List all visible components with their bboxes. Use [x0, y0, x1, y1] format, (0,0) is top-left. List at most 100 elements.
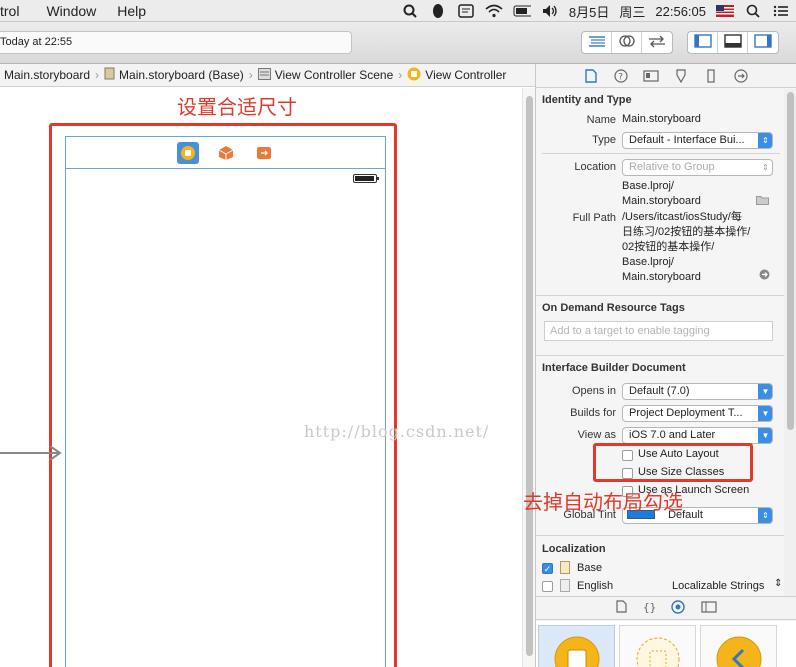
- folder-icon[interactable]: [756, 195, 769, 208]
- object-library-grid: [536, 621, 796, 667]
- canvas-scrollbar[interactable]: [522, 88, 535, 667]
- library-item-storyboard-reference[interactable]: [619, 625, 696, 667]
- file-type-popup[interactable]: Default - Interface Bui... ⇕: [622, 132, 773, 149]
- battery-icon[interactable]: [513, 4, 531, 18]
- size-inspector-icon[interactable]: [703, 68, 719, 84]
- file-template-library-icon[interactable]: [616, 600, 627, 616]
- file-inspector-body: Identity and Type Name Main.storyboard T…: [536, 89, 784, 596]
- breadcrumb-view-controller[interactable]: View Controller: [407, 67, 506, 84]
- breadcrumb-storyboard-base[interactable]: Main.storyboard (Base): [104, 67, 244, 83]
- scene-icon: [257, 67, 271, 83]
- full-path-line: Base.lproj/: [622, 256, 674, 268]
- toggle-navigator-button[interactable]: [688, 32, 718, 53]
- xcode-toolbar: Today at 22:55: [0, 22, 796, 64]
- library-item-navigation-controller[interactable]: [700, 625, 777, 667]
- menu-item-window[interactable]: Window: [46, 3, 105, 19]
- divider: [536, 535, 784, 536]
- menu-bar: trol Window Help 8月5日 周三 22:56:05: [0, 0, 796, 22]
- utilities-panel-icon: [754, 34, 772, 51]
- base-localization-checkbox[interactable]: ✓: [542, 563, 553, 574]
- storyboard-canvas[interactable]: 设置合适尺寸 http://blog.csdn.net/: [0, 88, 522, 667]
- builds-for-popup[interactable]: Project Deployment T... ▼: [622, 405, 773, 422]
- full-path-line: 02按钮的基本操作/: [622, 241, 715, 253]
- menu-item-control[interactable]: trol: [0, 3, 28, 19]
- wifi-icon[interactable]: [485, 4, 503, 18]
- breadcrumb-main-storyboard[interactable]: Main.storyboard: [4, 68, 90, 82]
- builds-for-value: Project Deployment T...: [629, 407, 743, 419]
- chevron-right-icon: ›: [248, 68, 253, 82]
- view-as-label: View as: [577, 429, 616, 441]
- opens-in-value: Default (7.0): [629, 385, 690, 397]
- jump-bar: Main.storyboard › Main.storyboard (Base)…: [0, 64, 535, 87]
- svg-text:?: ?: [618, 72, 623, 82]
- ib-document-section-header: Interface Builder Document: [542, 362, 686, 374]
- opens-in-popup[interactable]: Default (7.0) ▼: [622, 383, 773, 400]
- inspector-scrollbar[interactable]: [784, 89, 796, 596]
- volume-icon[interactable]: [541, 4, 559, 18]
- file-inspector-icon[interactable]: [583, 68, 599, 84]
- view-as-popup[interactable]: iOS 7.0 and Later ▼: [622, 427, 773, 444]
- name-label: Name: [586, 114, 616, 126]
- name-value[interactable]: Main.storyboard: [622, 112, 701, 127]
- full-path-line: /Users/itcast/iosStudy/每: [622, 211, 742, 223]
- english-localization-checkbox[interactable]: [542, 581, 553, 592]
- navigator-panel-icon: [693, 34, 712, 51]
- resource-tags-field[interactable]: Add to a target to enable tagging: [544, 321, 773, 341]
- version-editor-button[interactable]: [642, 32, 672, 53]
- reveal-in-finder-icon[interactable]: [759, 269, 770, 283]
- popup-arrows-icon: ⇕: [762, 163, 769, 172]
- english-localization-label: English: [577, 580, 614, 592]
- library-item-view-controller[interactable]: [538, 625, 615, 667]
- menubar-weekday[interactable]: 周三: [619, 2, 645, 21]
- attributes-inspector-icon[interactable]: [673, 68, 689, 84]
- identity-inspector-icon[interactable]: [643, 68, 659, 84]
- popup-arrows-icon: ⇕: [758, 508, 772, 523]
- base-localization-label: Base: [577, 562, 603, 574]
- localization-section-header: Localization: [542, 543, 606, 555]
- menu-items: trol Window Help: [0, 3, 155, 19]
- annotation-highlight-frame: [49, 123, 397, 667]
- standard-editor-button[interactable]: [582, 32, 612, 53]
- full-path-line: Main.storyboard: [622, 271, 701, 283]
- location-path-dir: Base.lproj/: [622, 180, 674, 192]
- toggle-utilities-button[interactable]: [748, 32, 778, 53]
- menubar-time[interactable]: 22:56:05: [655, 4, 706, 19]
- popup-arrows-icon: ⇕: [758, 133, 772, 148]
- spotlight-icon[interactable]: [744, 4, 762, 18]
- library-tabs: {}: [536, 596, 796, 620]
- notification-app-icon[interactable]: [457, 4, 475, 18]
- object-library-icon[interactable]: [671, 599, 685, 617]
- connections-inspector-icon[interactable]: [733, 68, 749, 84]
- annotation-uncheck-auto-layout: 去掉自动布局勾选: [523, 490, 683, 514]
- code-snippet-library-icon[interactable]: {}: [643, 600, 656, 616]
- scroll-thumb[interactable]: [787, 92, 794, 430]
- english-localization-type[interactable]: Localizable Strings: [672, 579, 764, 594]
- chevron-down-icon: ▼: [758, 428, 772, 443]
- location-label: Location: [574, 161, 616, 173]
- scroll-thumb[interactable]: [526, 96, 533, 656]
- breadcrumb-scene[interactable]: View Controller Scene: [257, 67, 393, 83]
- svg-text:{}: {}: [643, 601, 655, 613]
- type-label: Type: [592, 134, 616, 146]
- localization-file-icon: [560, 579, 570, 595]
- view-controller-icon: [554, 636, 600, 667]
- full-path-value[interactable]: /Users/itcast/iosStudy/每 日练习/02按钮的基本操作/ …: [622, 210, 772, 285]
- toggle-debug-area-button[interactable]: [718, 32, 748, 53]
- qq-penguin-icon[interactable]: [429, 4, 447, 18]
- full-path-line: 日练习/02按钮的基本操作/: [622, 226, 751, 238]
- menu-item-help[interactable]: Help: [117, 3, 155, 19]
- activity-status: Today at 22:55: [0, 36, 73, 48]
- spotlight-search-icon[interactable]: [401, 4, 419, 18]
- menubar-date[interactable]: 8月5日: [569, 2, 609, 21]
- media-library-icon[interactable]: [701, 600, 717, 616]
- location-popup[interactable]: Relative to Group ⇕: [622, 159, 773, 176]
- initial-scene-arrow-icon: [0, 446, 62, 460]
- notification-center-icon[interactable]: [772, 4, 790, 18]
- us-flag-icon[interactable]: [716, 4, 734, 18]
- breadcrumb-label: Main.storyboard: [4, 68, 91, 82]
- chevron-down-icon: ▼: [758, 406, 772, 421]
- localization-file-icon: [560, 561, 570, 577]
- quick-help-icon[interactable]: ?: [613, 68, 629, 84]
- view-controller-icon: [407, 67, 421, 84]
- assistant-editor-button[interactable]: [612, 32, 642, 53]
